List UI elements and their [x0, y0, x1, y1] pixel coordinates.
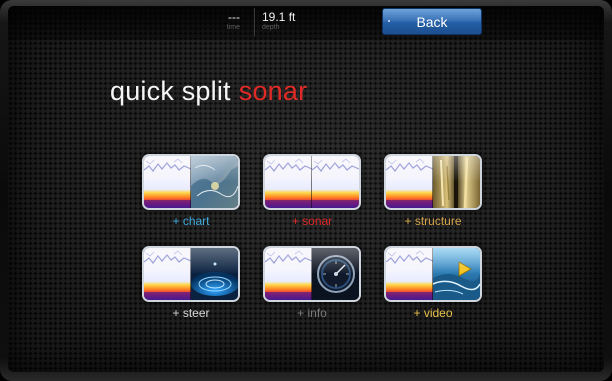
split-divider	[432, 248, 433, 300]
readout-divider	[254, 8, 255, 36]
steer-thumbnail	[142, 246, 240, 302]
video-play-icon	[433, 248, 480, 300]
info-thumbnail	[263, 246, 361, 302]
sonar-icon	[144, 248, 191, 300]
tile-label-sonar: + sonar	[291, 214, 333, 228]
tile-label-video: + video	[413, 306, 453, 320]
tile-sonar[interactable]: + sonar	[263, 154, 361, 234]
tile-chart[interactable]: + chart	[142, 154, 240, 234]
sonar-icon	[144, 156, 191, 208]
tile-label-chart: + chart	[172, 214, 210, 228]
depth-readout: 19.1 ft depth	[262, 11, 295, 39]
screen: --- time 19.1 ft depth Back quick split s…	[8, 6, 604, 372]
back-button[interactable]: Back	[382, 8, 482, 35]
structure-thumbnail	[384, 154, 482, 210]
sonar-icon	[386, 156, 433, 208]
top-bar: --- time 19.1 ft depth Back	[8, 6, 604, 40]
split-divider	[432, 156, 433, 208]
split-divider	[311, 248, 312, 300]
back-button-label: Back	[416, 13, 448, 30]
tile-label-info: + info	[297, 306, 327, 320]
steer-waypoint-icon	[191, 248, 238, 300]
tile-steer[interactable]: + steer	[142, 246, 240, 326]
sonar-icon	[265, 248, 312, 300]
tile-video[interactable]: + video	[384, 246, 482, 326]
sonar-icon	[265, 156, 312, 208]
tile-structure[interactable]: + structure	[384, 154, 482, 234]
split-divider	[311, 156, 312, 208]
time-label: time	[226, 24, 240, 31]
tile-info[interactable]: + info	[263, 246, 361, 326]
structure-scan-icon	[433, 156, 480, 208]
sonar-thumbnail	[263, 154, 361, 210]
chart-map-icon	[191, 156, 238, 208]
button-highlight-dot	[388, 20, 390, 22]
split-divider	[190, 248, 191, 300]
time-readout: --- time	[227, 11, 240, 39]
tile-label-steer: + steer	[172, 306, 210, 320]
chart-thumbnail	[142, 154, 240, 210]
time-value: ---	[228, 10, 240, 24]
tile-label-structure: + structure	[404, 214, 462, 228]
page-title: quick split sonar	[110, 74, 307, 108]
sonar-icon	[386, 248, 433, 300]
video-thumbnail	[384, 246, 482, 302]
sonar-icon	[312, 156, 359, 208]
depth-label: depth	[262, 24, 280, 31]
info-gauge-icon	[312, 248, 359, 300]
page-title-prefix: quick split	[110, 76, 231, 106]
depth-value: 19.1 ft	[262, 10, 296, 24]
page-title-mode: sonar	[238, 76, 308, 106]
split-divider	[190, 156, 191, 208]
